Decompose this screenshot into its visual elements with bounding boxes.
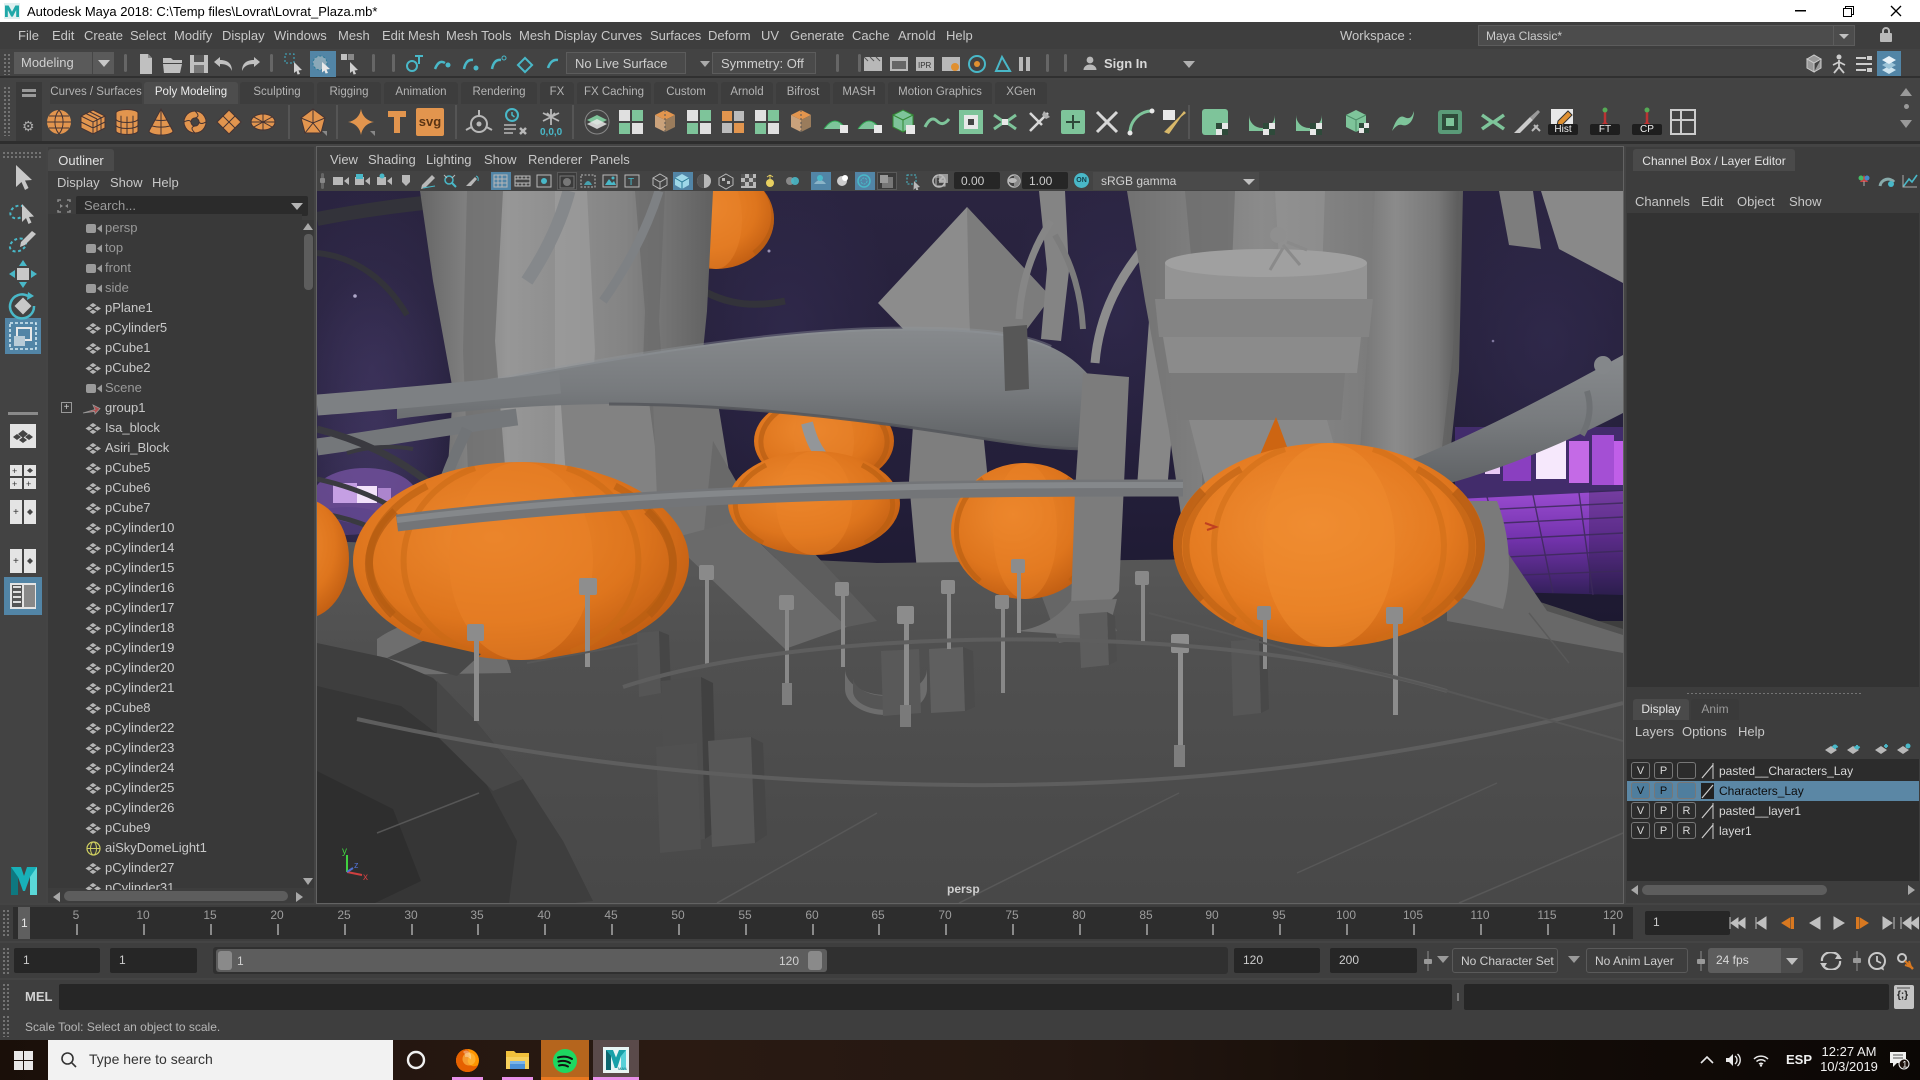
- svg-text:1: 1: [1902, 1060, 1907, 1070]
- svg-text:z: z: [354, 860, 359, 870]
- svg-text:x: x: [363, 872, 368, 881]
- svg-text:+: +: [12, 466, 17, 476]
- svg-text:+: +: [12, 479, 17, 489]
- svg-text:+: +: [13, 556, 19, 567]
- svg-text:+: +: [26, 479, 31, 489]
- svg-text:+: +: [13, 507, 19, 518]
- svg-text:0,0,0: 0,0,0: [540, 127, 563, 137]
- svg-text:T: T: [628, 177, 634, 188]
- svg-text:MAYA: MAYA: [618, 1066, 627, 1071]
- svg-text:IPR: IPR: [918, 61, 932, 70]
- svg-text:y: y: [342, 846, 347, 857]
